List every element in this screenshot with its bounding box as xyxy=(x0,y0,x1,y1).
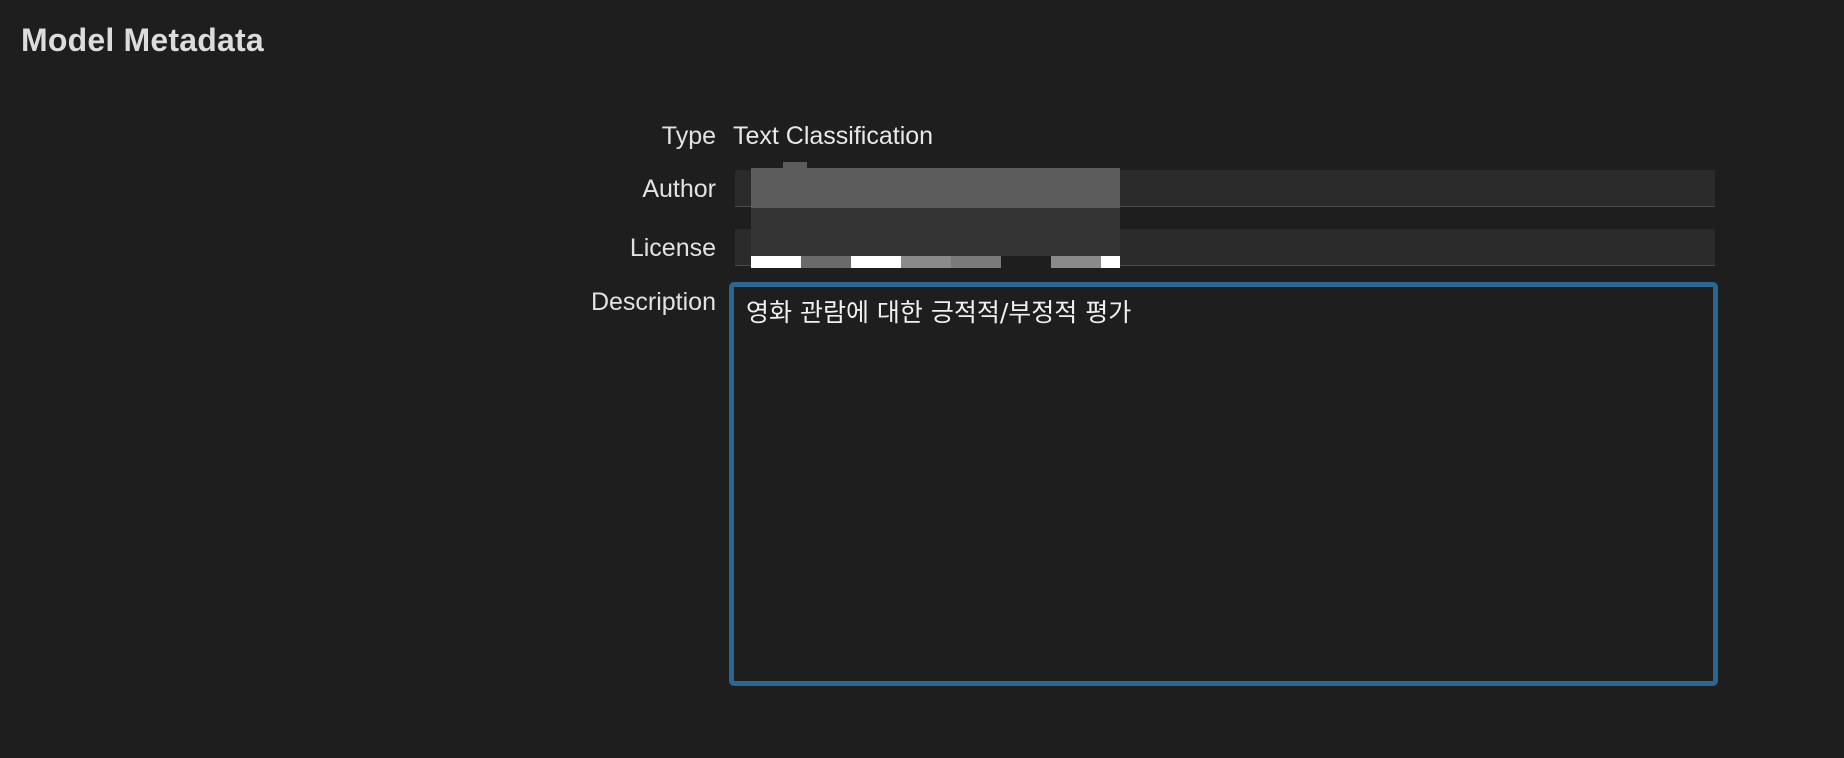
redaction-block xyxy=(951,256,1001,268)
redaction-block xyxy=(901,256,951,268)
redaction-block xyxy=(801,256,851,268)
section-title: Model Metadata xyxy=(21,22,264,58)
redaction-block xyxy=(1001,256,1051,268)
redaction-block xyxy=(751,256,801,268)
redaction-block xyxy=(783,162,807,170)
redaction-block xyxy=(1051,256,1101,268)
type-value: Text Classification xyxy=(733,122,934,150)
author-label: Author xyxy=(642,175,716,203)
type-label: Type xyxy=(661,122,716,150)
redaction-block xyxy=(751,208,1120,256)
model-metadata-panel: Model Metadata Type Text Classification … xyxy=(0,0,1844,758)
redaction-block xyxy=(751,168,1120,208)
description-text: 영화 관람에 대한 긍적적/부정적 평가 xyxy=(746,298,1132,327)
description-label: Description xyxy=(590,288,716,316)
redaction-block xyxy=(1101,256,1120,268)
description-textarea[interactable]: 영화 관람에 대한 긍적적/부정적 평가 xyxy=(729,282,1718,686)
license-label: License xyxy=(629,234,716,262)
redaction-block xyxy=(851,256,901,268)
